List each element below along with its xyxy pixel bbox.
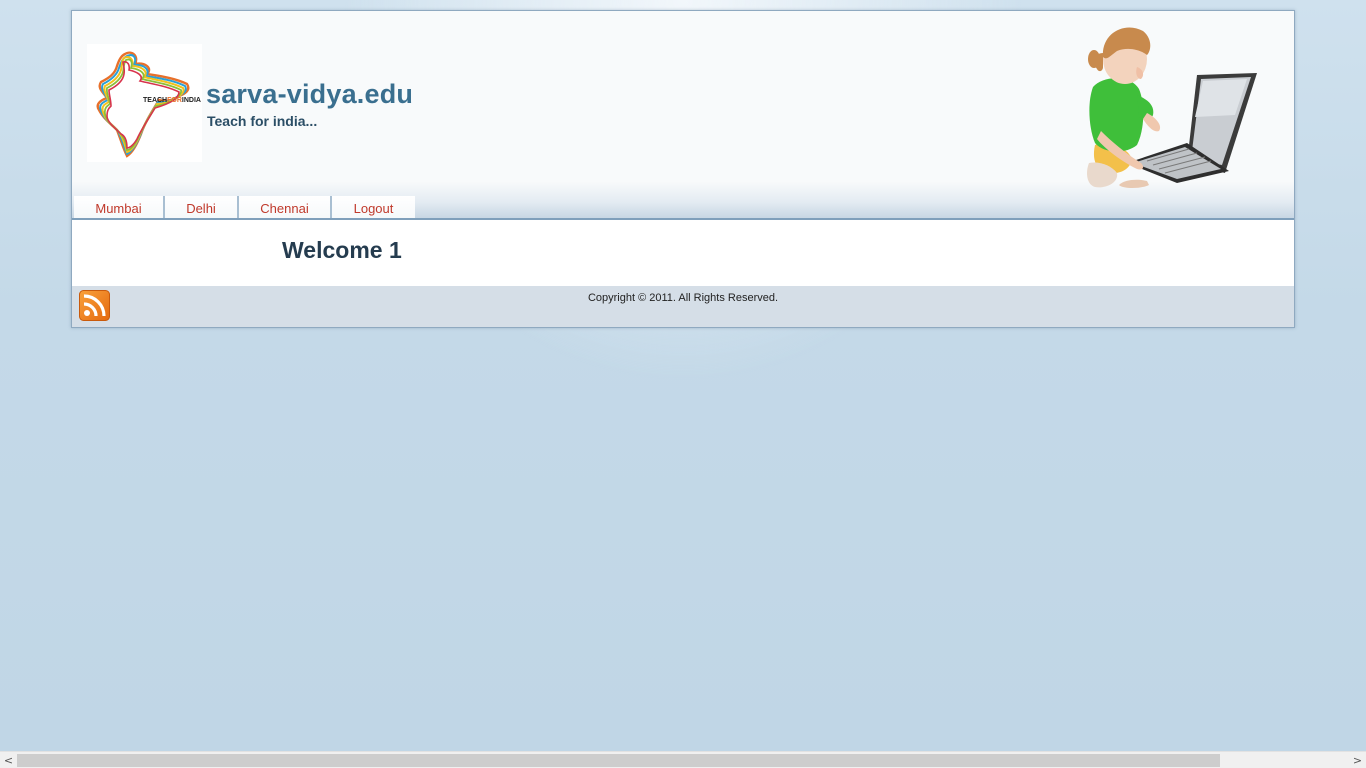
horizontal-scrollbar[interactable]: < > xyxy=(0,751,1366,768)
site-logo[interactable]: TEACHFORINDIA xyxy=(87,44,202,162)
header-hero-image xyxy=(1007,13,1267,191)
tab-delhi[interactable]: Delhi xyxy=(165,196,239,219)
main-content: Welcome 1 xyxy=(72,220,1294,286)
page-container: TEACHFORINDIA sarva-vidya.edu Teach for … xyxy=(71,10,1295,328)
tab-logout[interactable]: Logout xyxy=(332,196,415,219)
site-footer: Copyright © 2011. All Rights Reserved. xyxy=(72,286,1294,327)
browser-viewport: { "header": { "logo_text": "TEACHFORINDI… xyxy=(0,0,1366,768)
scroll-left-arrow-icon[interactable]: < xyxy=(0,752,17,768)
tab-chennai[interactable]: Chennai xyxy=(239,196,332,219)
site-title[interactable]: sarva-vidya.edu xyxy=(206,79,413,110)
tab-mumbai[interactable]: Mumbai xyxy=(74,196,165,219)
scroll-right-arrow-icon[interactable]: > xyxy=(1349,752,1366,768)
child-with-laptop-illustration xyxy=(1087,27,1257,188)
site-slogan: Teach for india... xyxy=(207,113,318,129)
main-navigation: Mumbai Delhi Chennai Logout xyxy=(74,196,415,220)
copyright-text: Copyright © 2011. All Rights Reserved. xyxy=(587,292,779,304)
scrollbar-thumb[interactable] xyxy=(17,754,1220,767)
india-map-logo-icon: TEACHFORINDIA xyxy=(96,51,201,158)
logo-text: TEACHFORINDIA xyxy=(143,97,201,104)
welcome-heading: Welcome 1 xyxy=(282,237,402,263)
site-header: TEACHFORINDIA sarva-vidya.edu Teach for … xyxy=(72,11,1294,219)
